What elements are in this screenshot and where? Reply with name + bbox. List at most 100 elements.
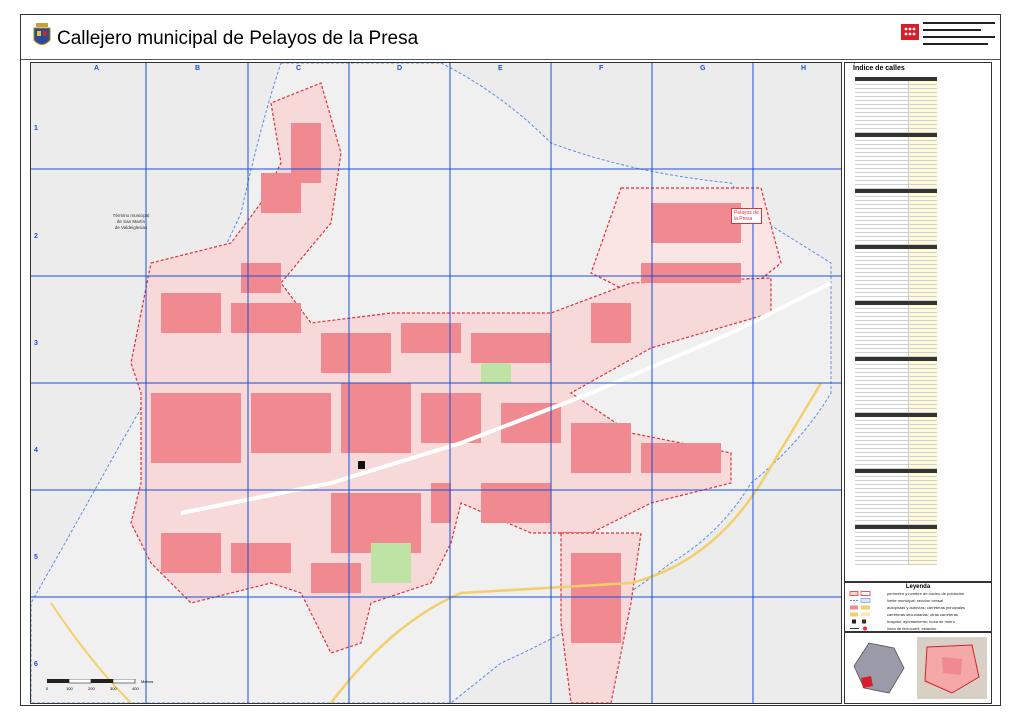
- street-index-grid-cell: [908, 381, 937, 384]
- street-index-title: Índice de calles: [853, 65, 905, 72]
- street-index-name-cell: [855, 213, 908, 216]
- street-index-grid-cell: [908, 241, 937, 244]
- street-index-grid-cell: [908, 541, 937, 544]
- street-index-grid-cell: [908, 401, 937, 404]
- street-index-row[interactable]: [855, 561, 937, 565]
- street-index-name-cell: [855, 441, 908, 444]
- street-index-grid-cell: [908, 129, 937, 132]
- street-index-grid-cell: [908, 365, 937, 368]
- street-index-grid-cell: [908, 185, 937, 188]
- street-index-name-cell: [855, 229, 908, 232]
- street-index-grid-cell: [908, 537, 937, 540]
- street-index-name-cell: [855, 501, 908, 504]
- street-index-name-cell: [855, 349, 908, 352]
- street-index-grid-cell: [908, 421, 937, 424]
- street-index-grid-cell: [908, 257, 937, 260]
- street-index-grid-cell: [908, 425, 937, 428]
- scale-unit: Metros: [141, 679, 154, 684]
- street-index-grid-cell: [908, 317, 937, 320]
- street-index-grid-cell: [908, 277, 937, 280]
- street-index-grid-cell: [908, 385, 937, 388]
- street-index-grid-cell: [908, 193, 937, 196]
- scale-tick: 100: [66, 686, 73, 691]
- street-index-name-cell: [855, 253, 908, 256]
- street-index-grid-cell: [908, 433, 937, 436]
- street-index-name-cell: [855, 341, 908, 344]
- street-index-grid-cell: [908, 521, 937, 524]
- highway-symbol-icon: [850, 605, 870, 610]
- star-flag-icon: [901, 24, 919, 40]
- street-index-grid-cell: [908, 141, 937, 144]
- street-index-name-cell: [855, 373, 908, 376]
- street-index-grid-cell: [908, 545, 937, 548]
- street-index-name-cell: [855, 197, 908, 200]
- street-index-grid-cell: [908, 265, 937, 268]
- street-index-grid-cell: [908, 89, 937, 92]
- street-index-grid-cell: [908, 269, 937, 272]
- street-index-grid-cell: [908, 117, 937, 120]
- street-index-grid-cell: [908, 461, 937, 464]
- street-index-grid-cell: [908, 485, 937, 488]
- street-index-name-cell: [855, 257, 908, 260]
- street-index-grid-cell: [908, 501, 937, 504]
- street-index-name-cell: [855, 473, 908, 476]
- street-index-name-cell: [855, 337, 908, 340]
- street-index-grid-cell: [908, 505, 937, 508]
- street-index-name-cell: [855, 169, 908, 172]
- street-index-grid-cell: [908, 93, 937, 96]
- street-index-name-cell: [855, 129, 908, 132]
- street-index-grid-cell: [908, 553, 937, 556]
- street-index-name-cell: [855, 157, 908, 160]
- street-index-name-cell: [855, 541, 908, 544]
- railway-station-icon: [850, 626, 867, 631]
- street-index-name-cell: [855, 277, 908, 280]
- street-index-name-cell: [855, 137, 908, 140]
- street-index-grid-cell: [908, 465, 937, 468]
- street-index-name-cell: [855, 153, 908, 156]
- street-index-name-cell: [855, 329, 908, 332]
- street-index-name-cell: [855, 385, 908, 388]
- street-index-grid-cell: [908, 529, 937, 532]
- locality-name-label[interactable]: Pelayos de la Presa: [731, 208, 762, 224]
- street-index-name-cell: [855, 533, 908, 536]
- street-index-grid-cell: [908, 329, 937, 332]
- street-index-grid-cell: [908, 109, 937, 112]
- street-index-grid-cell: [908, 313, 937, 316]
- town-hall-icon[interactable]: [358, 461, 365, 469]
- street-index-table[interactable]: [855, 77, 937, 565]
- street-index-grid-cell: [908, 105, 937, 108]
- grid-col-label: A: [94, 65, 100, 72]
- municipality-locator-map: [917, 637, 987, 699]
- street-index-name-cell: [855, 281, 908, 284]
- street-index-name-cell: [855, 117, 908, 120]
- grid-row-label: 3: [34, 340, 38, 347]
- street-index-name-cell: [855, 393, 908, 396]
- scale-tick: 200: [88, 686, 95, 691]
- street-index-grid-cell: [908, 229, 937, 232]
- street-index-grid-cell: [908, 353, 937, 356]
- street-index-grid-cell: [908, 533, 937, 536]
- legend-item: perímetro y nombre de núcleo de població…: [849, 590, 989, 597]
- street-index-name-cell: [855, 377, 908, 380]
- street-index-grid-cell: [908, 497, 937, 500]
- street-index-grid-cell: [908, 221, 937, 224]
- street-index-name-cell: [855, 425, 908, 428]
- perimeter-symbol-icon: [849, 591, 871, 596]
- street-index-name-cell: [855, 389, 908, 392]
- street-index-name-cell: [855, 557, 908, 560]
- street-index-grid-cell: [908, 297, 937, 300]
- grid-col-label: E: [498, 65, 503, 72]
- page-title: Callejero municipal de Pelayos de la Pre…: [57, 28, 419, 49]
- map-frame[interactable]: A B C D E F G H 1 2 3 4 5 6 Término muni…: [30, 62, 842, 704]
- title-bar: Callejero municipal de Pelayos de la Pre…: [21, 15, 1000, 60]
- street-index-grid-cell: [908, 237, 937, 240]
- street-map[interactable]: [31, 63, 841, 703]
- street-index-grid-cell: [908, 293, 937, 296]
- street-index-grid-cell: [908, 213, 937, 216]
- logo-text-lines: [923, 22, 995, 50]
- street-index-name-cell: [855, 109, 908, 112]
- grid-row-label: 5: [34, 554, 38, 561]
- street-index-grid-cell: [908, 345, 937, 348]
- street-index-name-cell: [855, 113, 908, 116]
- street-index-name-cell: [855, 237, 908, 240]
